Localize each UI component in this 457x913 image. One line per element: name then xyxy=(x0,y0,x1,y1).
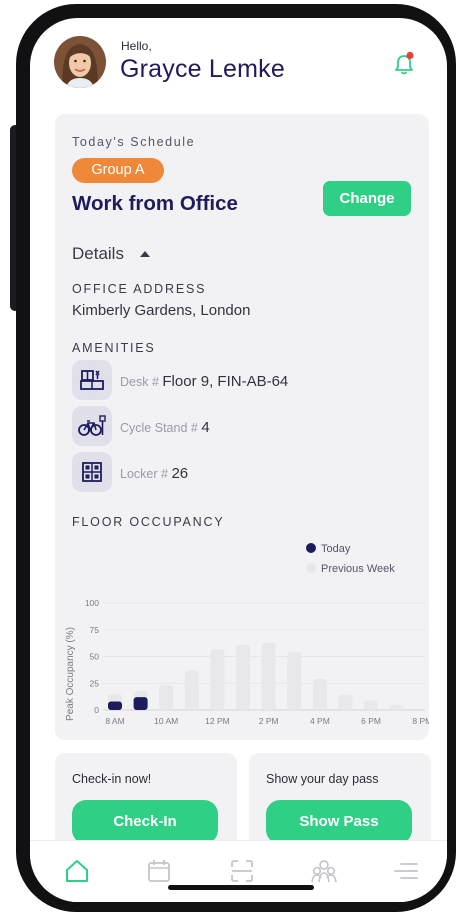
community-icon xyxy=(311,860,337,883)
notification-dot xyxy=(406,51,414,60)
daypass-title: Show your day pass xyxy=(266,772,379,786)
amenity-cycle-value: 4 xyxy=(201,419,210,436)
app-screen: Hello, Grayce Lemke Today's Schedule Gro… xyxy=(30,18,447,902)
legend-today-swatch xyxy=(306,543,316,553)
desk-icon xyxy=(72,360,112,400)
work-mode-title: Work from Office xyxy=(72,192,238,215)
checkin-title: Check-in now! xyxy=(72,772,152,786)
office-address: Kimberly Gardens, London xyxy=(72,302,251,319)
floor-occupancy-label: FLOOR OCCUPANCY xyxy=(72,515,225,529)
legend-today-label: Today xyxy=(321,543,351,555)
office-address-label: OFFICE ADDRESS xyxy=(72,282,207,296)
x-tick-label: 10 AM xyxy=(154,716,178,724)
y-axis-label: Peak Occupancy (%) xyxy=(65,627,76,721)
show-pass-button[interactable]: Show Pass xyxy=(266,800,412,844)
amenity-locker-value: 26 xyxy=(171,465,189,482)
bar-previous-week xyxy=(338,695,353,710)
bar-previous-week xyxy=(184,670,199,710)
details-toggle[interactable]: Details xyxy=(72,244,124,264)
legend-previous-week-label: Previous Week xyxy=(321,563,395,575)
schedule-card: Today's Schedule Group A Work from Offic… xyxy=(55,114,429,740)
avatar[interactable] xyxy=(54,36,106,88)
x-tick-label: 12 PM xyxy=(205,716,230,724)
amenity-cycle: Cycle Stand # 4 xyxy=(120,419,210,436)
locker-icon xyxy=(72,452,112,492)
bar-previous-week xyxy=(159,685,174,710)
y-tick-label: 75 xyxy=(90,625,100,635)
amenity-locker: Locker # 26 xyxy=(120,465,188,482)
bottom-navigation xyxy=(30,840,447,902)
legend-previous-week-swatch xyxy=(306,563,316,573)
floor-occupancy-chart: Today Previous Week Peak Occupancy (%) 0… xyxy=(65,543,429,724)
notification-bell-icon[interactable] xyxy=(392,51,416,77)
bar-previous-week xyxy=(210,649,225,710)
nav-home[interactable] xyxy=(61,855,93,887)
bicycle-icon xyxy=(72,406,112,446)
amenity-locker-key: Locker # xyxy=(120,467,168,481)
bar-previous-week xyxy=(312,678,327,710)
bar-today xyxy=(133,697,148,710)
y-tick-label: 50 xyxy=(90,652,100,662)
bar-today xyxy=(108,701,122,710)
user-name: Grayce Lemke xyxy=(120,55,285,83)
amenity-desk-key: Desk # xyxy=(120,375,159,389)
chart-legend: Today Previous Week xyxy=(306,543,395,575)
amenity-desk: Desk # Floor 9, FIN-AB-64 xyxy=(120,373,288,390)
amenity-cycle-key: Cycle Stand # xyxy=(120,421,198,435)
menu-icon xyxy=(394,863,418,879)
group-badge: Group A xyxy=(72,158,164,183)
x-tick-label: 8 AM xyxy=(105,716,124,724)
caret-up-icon[interactable] xyxy=(140,251,150,257)
x-tick-label: 8 PM xyxy=(412,716,429,724)
bar-previous-week xyxy=(287,652,302,710)
y-tick-label: 100 xyxy=(85,598,99,608)
home-indicator xyxy=(168,885,314,890)
greeting: Hello, xyxy=(121,39,152,53)
x-tick-label: 2 PM xyxy=(259,716,279,724)
y-tick-label: 0 xyxy=(94,705,99,715)
calendar-icon xyxy=(148,860,170,882)
nav-scan[interactable] xyxy=(226,855,258,887)
bar-previous-week xyxy=(236,644,251,710)
bar-previous-week xyxy=(364,700,379,710)
home-icon xyxy=(66,860,88,882)
bar-previous-week xyxy=(389,704,404,710)
scan-icon xyxy=(231,860,253,882)
bar-previous-week xyxy=(261,642,276,710)
nav-menu[interactable] xyxy=(389,855,421,887)
nav-community[interactable] xyxy=(308,855,340,887)
x-tick-label: 4 PM xyxy=(310,716,330,724)
nav-calendar[interactable] xyxy=(143,855,175,887)
x-tick-label: 6 PM xyxy=(361,716,381,724)
y-tick-label: 25 xyxy=(90,678,100,688)
amenities-label: AMENITIES xyxy=(72,341,156,355)
amenity-desk-value: Floor 9, FIN-AB-64 xyxy=(162,373,289,390)
change-button[interactable]: Change xyxy=(323,181,411,216)
check-in-button[interactable]: Check-In xyxy=(72,800,218,844)
schedule-section-label: Today's Schedule xyxy=(72,135,196,149)
